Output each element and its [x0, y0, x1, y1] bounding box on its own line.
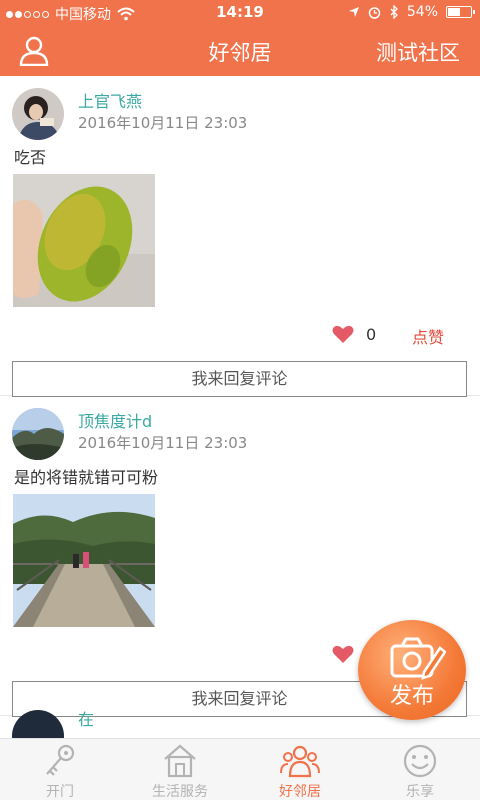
post-username[interactable]: 在	[78, 706, 94, 730]
smile-icon	[403, 744, 437, 778]
bluetooth-icon	[390, 5, 398, 19]
post-timestamp: 2016年10月11日 23:03	[78, 434, 248, 452]
people-icon	[280, 745, 320, 778]
nav-bar: 好邻居 测试社区	[0, 26, 480, 76]
battery-percent: 54%	[406, 4, 438, 20]
publish-label: 发布	[389, 684, 434, 709]
house-icon	[164, 744, 196, 778]
avatar[interactable]	[12, 88, 64, 140]
tab-label: 乐享	[406, 784, 434, 800]
tab-good-neighbors[interactable]: 好邻居	[240, 739, 360, 800]
post-timestamp: 2016年10月11日 23:03	[78, 114, 248, 132]
post-username[interactable]: 上官飞燕	[78, 88, 142, 112]
post-photo-bridge[interactable]	[13, 494, 155, 627]
tab-label: 生活服务	[152, 784, 208, 800]
heart-icon[interactable]	[332, 644, 354, 664]
like-count: 0	[366, 325, 377, 344]
post-card: 上官飞燕 2016年10月11日 23:03 吃否 0 点赞 我来回复评论	[0, 76, 480, 397]
camera-edit-icon	[390, 637, 446, 680]
avatar[interactable]	[12, 408, 64, 460]
tab-label: 好邻居	[279, 784, 321, 800]
post-username[interactable]: 顶焦度计d	[78, 408, 152, 432]
location-arrow-icon	[348, 7, 359, 17]
alarm-icon	[368, 6, 381, 19]
tab-open-door[interactable]: 开门	[0, 739, 120, 800]
battery-icon	[446, 6, 475, 18]
tab-life-services[interactable]: 生活服务	[120, 739, 240, 800]
heart-icon[interactable]	[332, 324, 354, 344]
status-bar: 中国移动 14:19 54%	[0, 0, 480, 26]
community-selector[interactable]: 测试社区	[376, 37, 460, 67]
publish-button[interactable]: 发布	[358, 620, 466, 720]
status-right: 54%	[348, 4, 475, 20]
post-text: 是的将错就错可可粉	[14, 468, 159, 487]
tab-bar: 开门 生活服务 好邻居 乐享	[0, 738, 480, 800]
like-button[interactable]: 点赞	[412, 324, 444, 348]
post-text: 吃否	[14, 148, 47, 167]
reply-comment-button[interactable]: 我来回复评论	[12, 361, 467, 397]
tab-label: 开门	[46, 784, 74, 800]
tab-enjoy[interactable]: 乐享	[360, 739, 480, 800]
key-icon	[46, 744, 75, 776]
post-photo-papaya[interactable]	[13, 174, 155, 307]
